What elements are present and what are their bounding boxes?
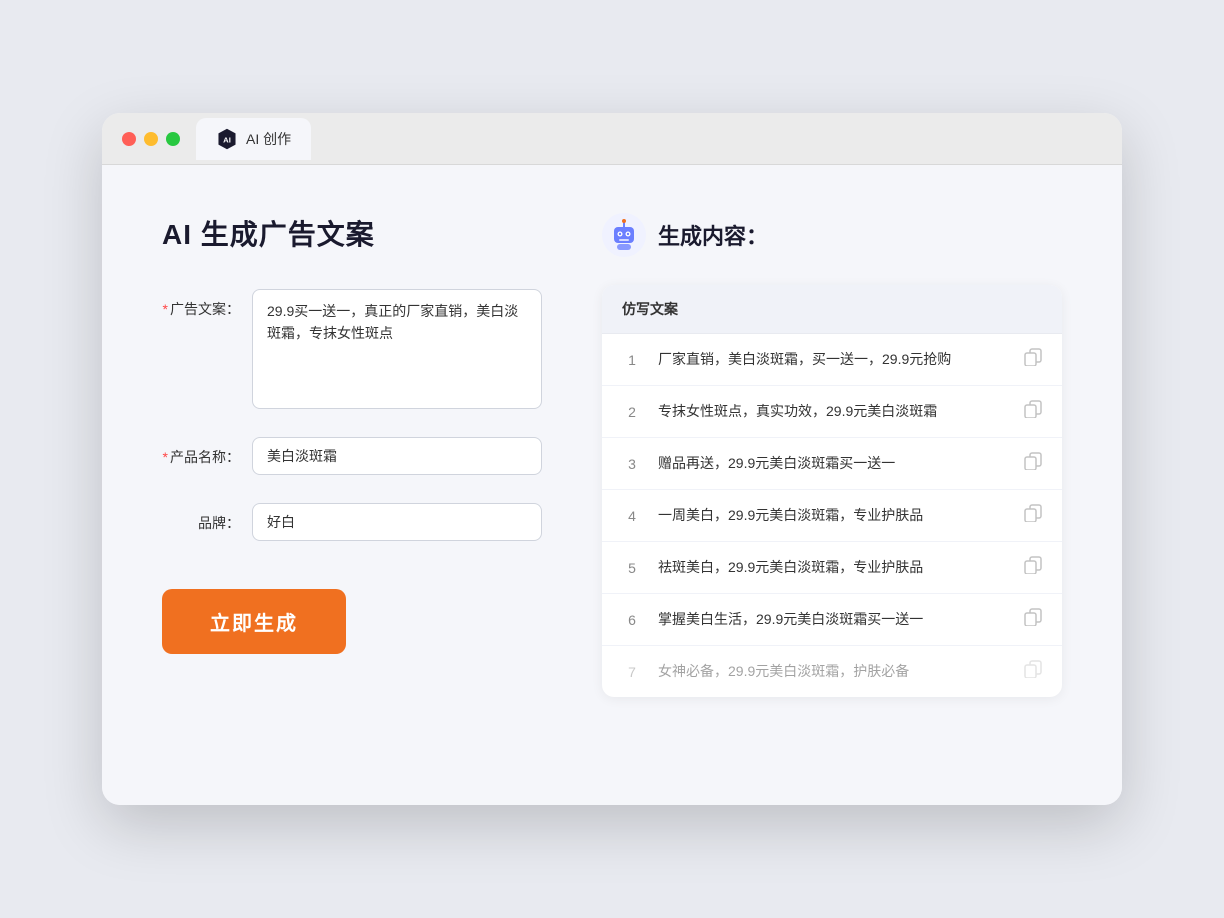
browser-tab[interactable]: AI AI 创作 bbox=[196, 118, 311, 160]
row-number: 5 bbox=[622, 560, 642, 576]
svg-text:AI: AI bbox=[223, 135, 231, 144]
title-bar: AI AI 创作 bbox=[102, 113, 1122, 165]
ad-copy-input[interactable] bbox=[252, 289, 542, 409]
row-number: 6 bbox=[622, 612, 642, 628]
row-text: 一周美白，29.9元美白淡斑霜，专业护肤品 bbox=[658, 505, 1008, 526]
product-name-label: *产品名称： bbox=[162, 437, 252, 467]
page-title: AI 生成广告文案 bbox=[162, 213, 542, 253]
result-header: 生成内容： bbox=[602, 213, 1062, 257]
maximize-button[interactable] bbox=[166, 132, 180, 146]
brand-label: 品牌： bbox=[162, 503, 252, 533]
table-row: 4 一周美白，29.9元美白淡斑霜，专业护肤品 bbox=[602, 490, 1062, 542]
main-content: AI 生成广告文案 *广告文案： *产品名称： 品牌： 立即生成 bbox=[102, 165, 1122, 805]
required-star-2: * bbox=[163, 449, 168, 465]
row-text: 女神必备，29.9元美白淡斑霜，护肤必备 bbox=[658, 661, 1008, 682]
table-row: 6 掌握美白生活，29.9元美白淡斑霜买一送一 bbox=[602, 594, 1062, 646]
result-title: 生成内容： bbox=[658, 219, 768, 251]
row-number: 4 bbox=[622, 508, 642, 524]
minimize-button[interactable] bbox=[144, 132, 158, 146]
row-text: 赠品再送，29.9元美白淡斑霜买一送一 bbox=[658, 453, 1008, 474]
row-text: 掌握美白生活，29.9元美白淡斑霜买一送一 bbox=[658, 609, 1008, 630]
required-star: * bbox=[163, 301, 168, 317]
right-panel: 生成内容： 仿写文案 1 厂家直销，美白淡斑霜，买一送一，29.9元抢购 2 专抹女… bbox=[602, 213, 1062, 757]
rows-container: 1 厂家直销，美白淡斑霜，买一送一，29.9元抢购 2 专抹女性斑点，真实功效，29… bbox=[602, 334, 1062, 697]
copy-icon[interactable] bbox=[1024, 400, 1042, 423]
copy-icon[interactable] bbox=[1024, 504, 1042, 527]
ai-icon: AI bbox=[216, 128, 238, 150]
product-name-group: *产品名称： bbox=[162, 437, 542, 475]
table-row: 1 厂家直销，美白淡斑霜，买一送一，29.9元抢购 bbox=[602, 334, 1062, 386]
table-row: 3 赠品再送，29.9元美白淡斑霜买一送一 bbox=[602, 438, 1062, 490]
brand-input[interactable] bbox=[252, 503, 542, 541]
product-name-input[interactable] bbox=[252, 437, 542, 475]
left-panel: AI 生成广告文案 *广告文案： *产品名称： 品牌： 立即生成 bbox=[162, 213, 542, 757]
table-row: 7 女神必备，29.9元美白淡斑霜，护肤必备 bbox=[602, 646, 1062, 697]
brand-group: 品牌： bbox=[162, 503, 542, 541]
table-row: 5 祛斑美白，29.9元美白淡斑霜，专业护肤品 bbox=[602, 542, 1062, 594]
ad-copy-group: *广告文案： bbox=[162, 289, 542, 409]
copy-icon[interactable] bbox=[1024, 556, 1042, 579]
generate-button[interactable]: 立即生成 bbox=[162, 589, 346, 654]
ad-copy-label: *广告文案： bbox=[162, 289, 252, 319]
row-text: 厂家直销，美白淡斑霜，买一送一，29.9元抢购 bbox=[658, 349, 1008, 370]
table-row: 2 专抹女性斑点，真实功效，29.9元美白淡斑霜 bbox=[602, 386, 1062, 438]
copy-icon[interactable] bbox=[1024, 452, 1042, 475]
table-header: 仿写文案 bbox=[602, 285, 1062, 334]
row-number: 1 bbox=[622, 352, 642, 368]
robot-icon bbox=[602, 213, 646, 257]
copy-icon[interactable] bbox=[1024, 660, 1042, 683]
result-table: 仿写文案 1 厂家直销，美白淡斑霜，买一送一，29.9元抢购 2 专抹女性斑点，真实… bbox=[602, 285, 1062, 697]
tab-label: AI 创作 bbox=[246, 129, 291, 149]
row-number: 2 bbox=[622, 404, 642, 420]
copy-icon[interactable] bbox=[1024, 348, 1042, 371]
browser-window: AI AI 创作 AI 生成广告文案 *广告文案： *产品名称： bbox=[102, 113, 1122, 805]
close-button[interactable] bbox=[122, 132, 136, 146]
copy-icon[interactable] bbox=[1024, 608, 1042, 631]
row-text: 专抹女性斑点，真实功效，29.9元美白淡斑霜 bbox=[658, 401, 1008, 422]
row-text: 祛斑美白，29.9元美白淡斑霜，专业护肤品 bbox=[658, 557, 1008, 578]
traffic-lights bbox=[122, 132, 180, 146]
row-number: 7 bbox=[622, 664, 642, 680]
row-number: 3 bbox=[622, 456, 642, 472]
